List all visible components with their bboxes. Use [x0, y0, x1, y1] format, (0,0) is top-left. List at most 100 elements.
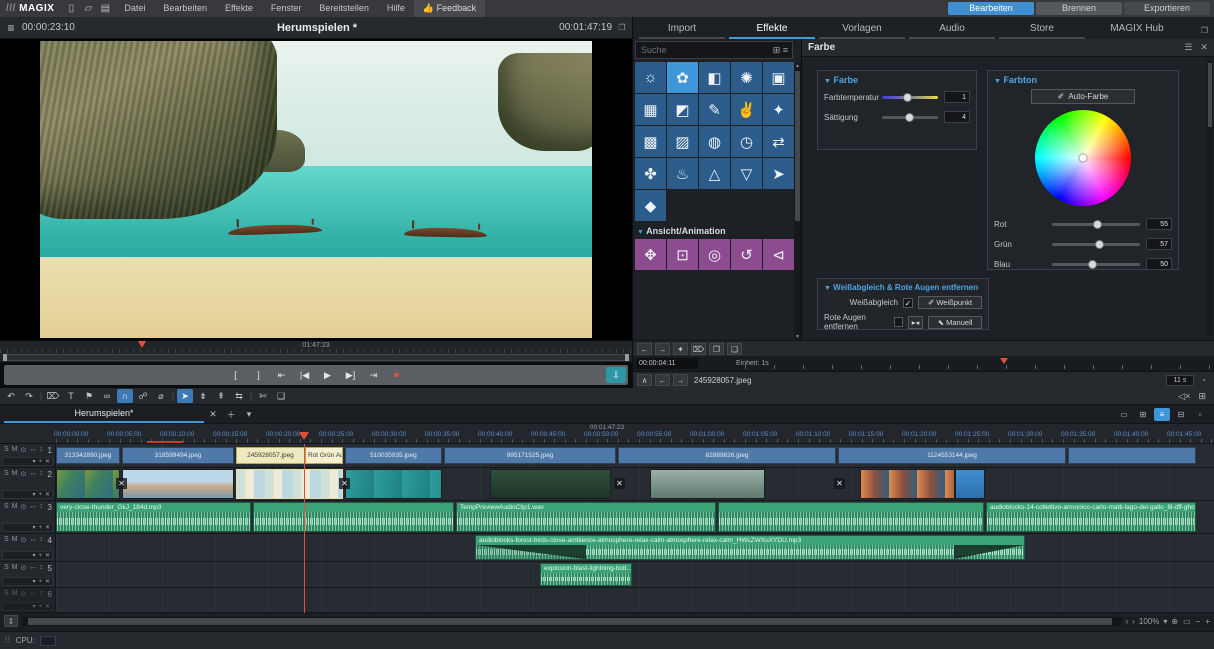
- track-3-content[interactable]: very-close-thunder_GkJ_184d.mp3TempPrevi…: [56, 501, 1214, 533]
- track-height-button[interactable]: ⇕: [4, 615, 18, 627]
- audio-clip[interactable]: [253, 502, 454, 532]
- mouse-mode-stretch-button[interactable]: ⇆: [231, 389, 247, 403]
- effect-prev-button[interactable]: ←: [637, 343, 652, 355]
- menu-item-bearbeiten[interactable]: Bearbeiten: [154, 0, 216, 17]
- range-button[interactable]: ❑: [273, 389, 289, 403]
- track-strip-icon[interactable]: ✕: [45, 524, 50, 531]
- timeline-clip[interactable]: 995171525.jpeg: [444, 447, 616, 464]
- zoom-out-button[interactable]: −: [1196, 617, 1201, 626]
- fade-in-handle[interactable]: [476, 545, 586, 559]
- effect-tile-verzerrung[interactable]: ▩Verzerrung: [635, 126, 666, 157]
- audio-clip[interactable]: audioblocks-14-collettivo-armonico-carlo…: [986, 502, 1196, 532]
- width-icon[interactable]: ↔: [29, 536, 36, 545]
- grid-view-icon[interactable]: ⊞: [773, 45, 783, 55]
- mouse-mode-all-button[interactable]: ⇟: [195, 389, 211, 403]
- slider-track[interactable]: [882, 116, 938, 119]
- track-name-strip[interactable]: ▾+✕: [2, 490, 53, 499]
- height-icon[interactable]: ↕: [39, 503, 43, 512]
- close-project-tab-icon[interactable]: ✕: [204, 409, 222, 420]
- effect-tile-ki-kolorierung[interactable]: ✤KI Kolorierung: [635, 158, 666, 189]
- mute-button[interactable]: M: [12, 470, 18, 479]
- fade-out-handle[interactable]: [954, 545, 1024, 559]
- jump-end-button[interactable]: ⇥: [369, 370, 379, 381]
- editor-scrollbar[interactable]: [1207, 59, 1213, 336]
- preview-range-scrollbar[interactable]: [0, 353, 632, 362]
- effect-tile-kamera-[interactable]: ◎Kamera/...: [699, 239, 730, 270]
- auto-farbe-button[interactable]: ✐Auto-Farbe: [1031, 89, 1135, 104]
- farbton-group-title[interactable]: ▼ Farbton: [988, 71, 1178, 87]
- effect-tile-ki-stil-bertr-[interactable]: ➤KI Stilübertr...: [763, 158, 794, 189]
- width-icon[interactable]: ↔: [29, 590, 36, 599]
- preview-playhead-marker[interactable]: [138, 341, 146, 348]
- tab-vorlagen[interactable]: Vorlagen: [819, 23, 905, 39]
- new-file-icon[interactable]: ▯: [64, 2, 78, 15]
- red-eye-auto-button[interactable]: ▸◂: [908, 316, 923, 329]
- track-strip-icon[interactable]: +: [38, 603, 42, 610]
- transition-icon[interactable]: ✕: [339, 478, 350, 489]
- slider-value[interactable]: 57: [1146, 238, 1172, 250]
- effect-tile-ki-sch-rfen[interactable]: △KI Schärfen: [699, 158, 730, 189]
- lock-icon[interactable]: ⊙: [21, 564, 27, 573]
- tab-audio[interactable]: Audio: [909, 23, 995, 39]
- wb-group-title[interactable]: ▼ Weißabgleich & Rote Augen entfernen: [818, 279, 988, 294]
- delete-button[interactable]: ⌦: [45, 389, 61, 403]
- clip-thumbnail-couple[interactable]: [122, 469, 234, 499]
- solo-button[interactable]: S: [4, 503, 9, 512]
- mark-out-button[interactable]: ]: [254, 370, 264, 380]
- height-icon[interactable]: ↕: [39, 590, 43, 599]
- width-icon[interactable]: ↔: [29, 446, 36, 455]
- open-folder-icon[interactable]: ▱: [81, 2, 95, 15]
- menu-item-feedback[interactable]: 👍 Feedback: [414, 0, 485, 17]
- detach-preview-icon[interactable]: ❐: [612, 23, 632, 32]
- title-button[interactable]: T: [63, 389, 79, 403]
- timeline-scrollbar[interactable]: [22, 617, 1122, 626]
- effect-tile-sch-rfe[interactable]: ▨Schärfe: [667, 126, 698, 157]
- audio-clip[interactable]: [718, 502, 984, 532]
- effect-tile-maskenge-[interactable]: ▦Maskenge...: [635, 94, 666, 125]
- timeline-clip[interactable]: 313342890.jpeg: [56, 447, 120, 464]
- effect-tile-helligkeit-kontrast[interactable]: ☼Helligkeit/ Kontrast: [635, 62, 666, 93]
- color-wheel[interactable]: [1035, 110, 1131, 206]
- track-strip-icon[interactable]: ▾: [32, 458, 35, 465]
- options-grid-icon[interactable]: ⊞: [1198, 391, 1206, 402]
- menu-item-datei[interactable]: Datei: [115, 0, 154, 17]
- slider-knob[interactable]: [1093, 220, 1102, 229]
- track-6-content[interactable]: [56, 588, 1214, 612]
- save-icon[interactable]: ▤: [98, 2, 112, 15]
- mute-button[interactable]: M: [12, 446, 18, 455]
- mouse-mode-button[interactable]: ➤: [177, 389, 193, 403]
- track-strip-icon[interactable]: ▾: [32, 552, 35, 559]
- timeline-clip[interactable]: 245928057.jpeg: [236, 447, 305, 464]
- lock-icon[interactable]: ⊙: [21, 470, 27, 479]
- storyboard-view-icon[interactable]: ▭: [1116, 408, 1132, 421]
- slider-value[interactable]: 50: [1146, 258, 1172, 270]
- search-input[interactable]: Suche: [636, 45, 769, 55]
- link-button[interactable]: ☍: [135, 389, 151, 403]
- farbe-group-title[interactable]: ▼ Farbe: [818, 71, 976, 87]
- zoom-level-value[interactable]: 100%: [1139, 617, 1159, 626]
- effects-scrollbar[interactable]: ▲▼: [794, 63, 801, 340]
- slider-track[interactable]: [882, 96, 938, 99]
- paste-effect-button[interactable]: ❏: [727, 343, 742, 355]
- effect-tile-gauss-sche-unsch-rfe[interactable]: ◍Gauss'sche Unschärfe: [699, 126, 730, 157]
- zoom-dropdown-icon[interactable]: ▾: [1163, 617, 1167, 626]
- clip-thumbnail-coral[interactable]: [56, 469, 120, 499]
- lock-icon[interactable]: ⊙: [21, 446, 27, 455]
- height-icon[interactable]: ↕: [39, 470, 43, 479]
- mute-button[interactable]: M: [12, 536, 18, 545]
- preview-render-button[interactable]: ⇩: [606, 367, 626, 383]
- detail-view-icon[interactable]: ▫: [1192, 408, 1208, 421]
- mark-in-button[interactable]: [: [231, 370, 241, 380]
- close-icon[interactable]: ✕: [1200, 42, 1208, 53]
- effect-tile-geschwin-[interactable]: ◷Geschwin...: [731, 126, 762, 157]
- track-strip-icon[interactable]: ▾: [32, 578, 35, 585]
- track-header-2[interactable]: SM⊙↔↕2▾+✕: [0, 468, 56, 500]
- timeline-clip[interactable]: 318599494.jpeg: [122, 447, 234, 464]
- track-strip-icon[interactable]: +: [38, 578, 42, 585]
- lock-icon[interactable]: ⊙: [21, 503, 27, 512]
- effect-tile-farbe[interactable]: ✿Farbe: [667, 62, 698, 93]
- slider-track[interactable]: [1052, 243, 1140, 246]
- track-1-content[interactable]: 313342890.jpeg318599494.jpeg245928057.jp…: [56, 444, 1214, 467]
- track-header-5[interactable]: SM⊙↔↕5▾+✕: [0, 562, 56, 587]
- loop-range-segment[interactable]: [147, 441, 183, 443]
